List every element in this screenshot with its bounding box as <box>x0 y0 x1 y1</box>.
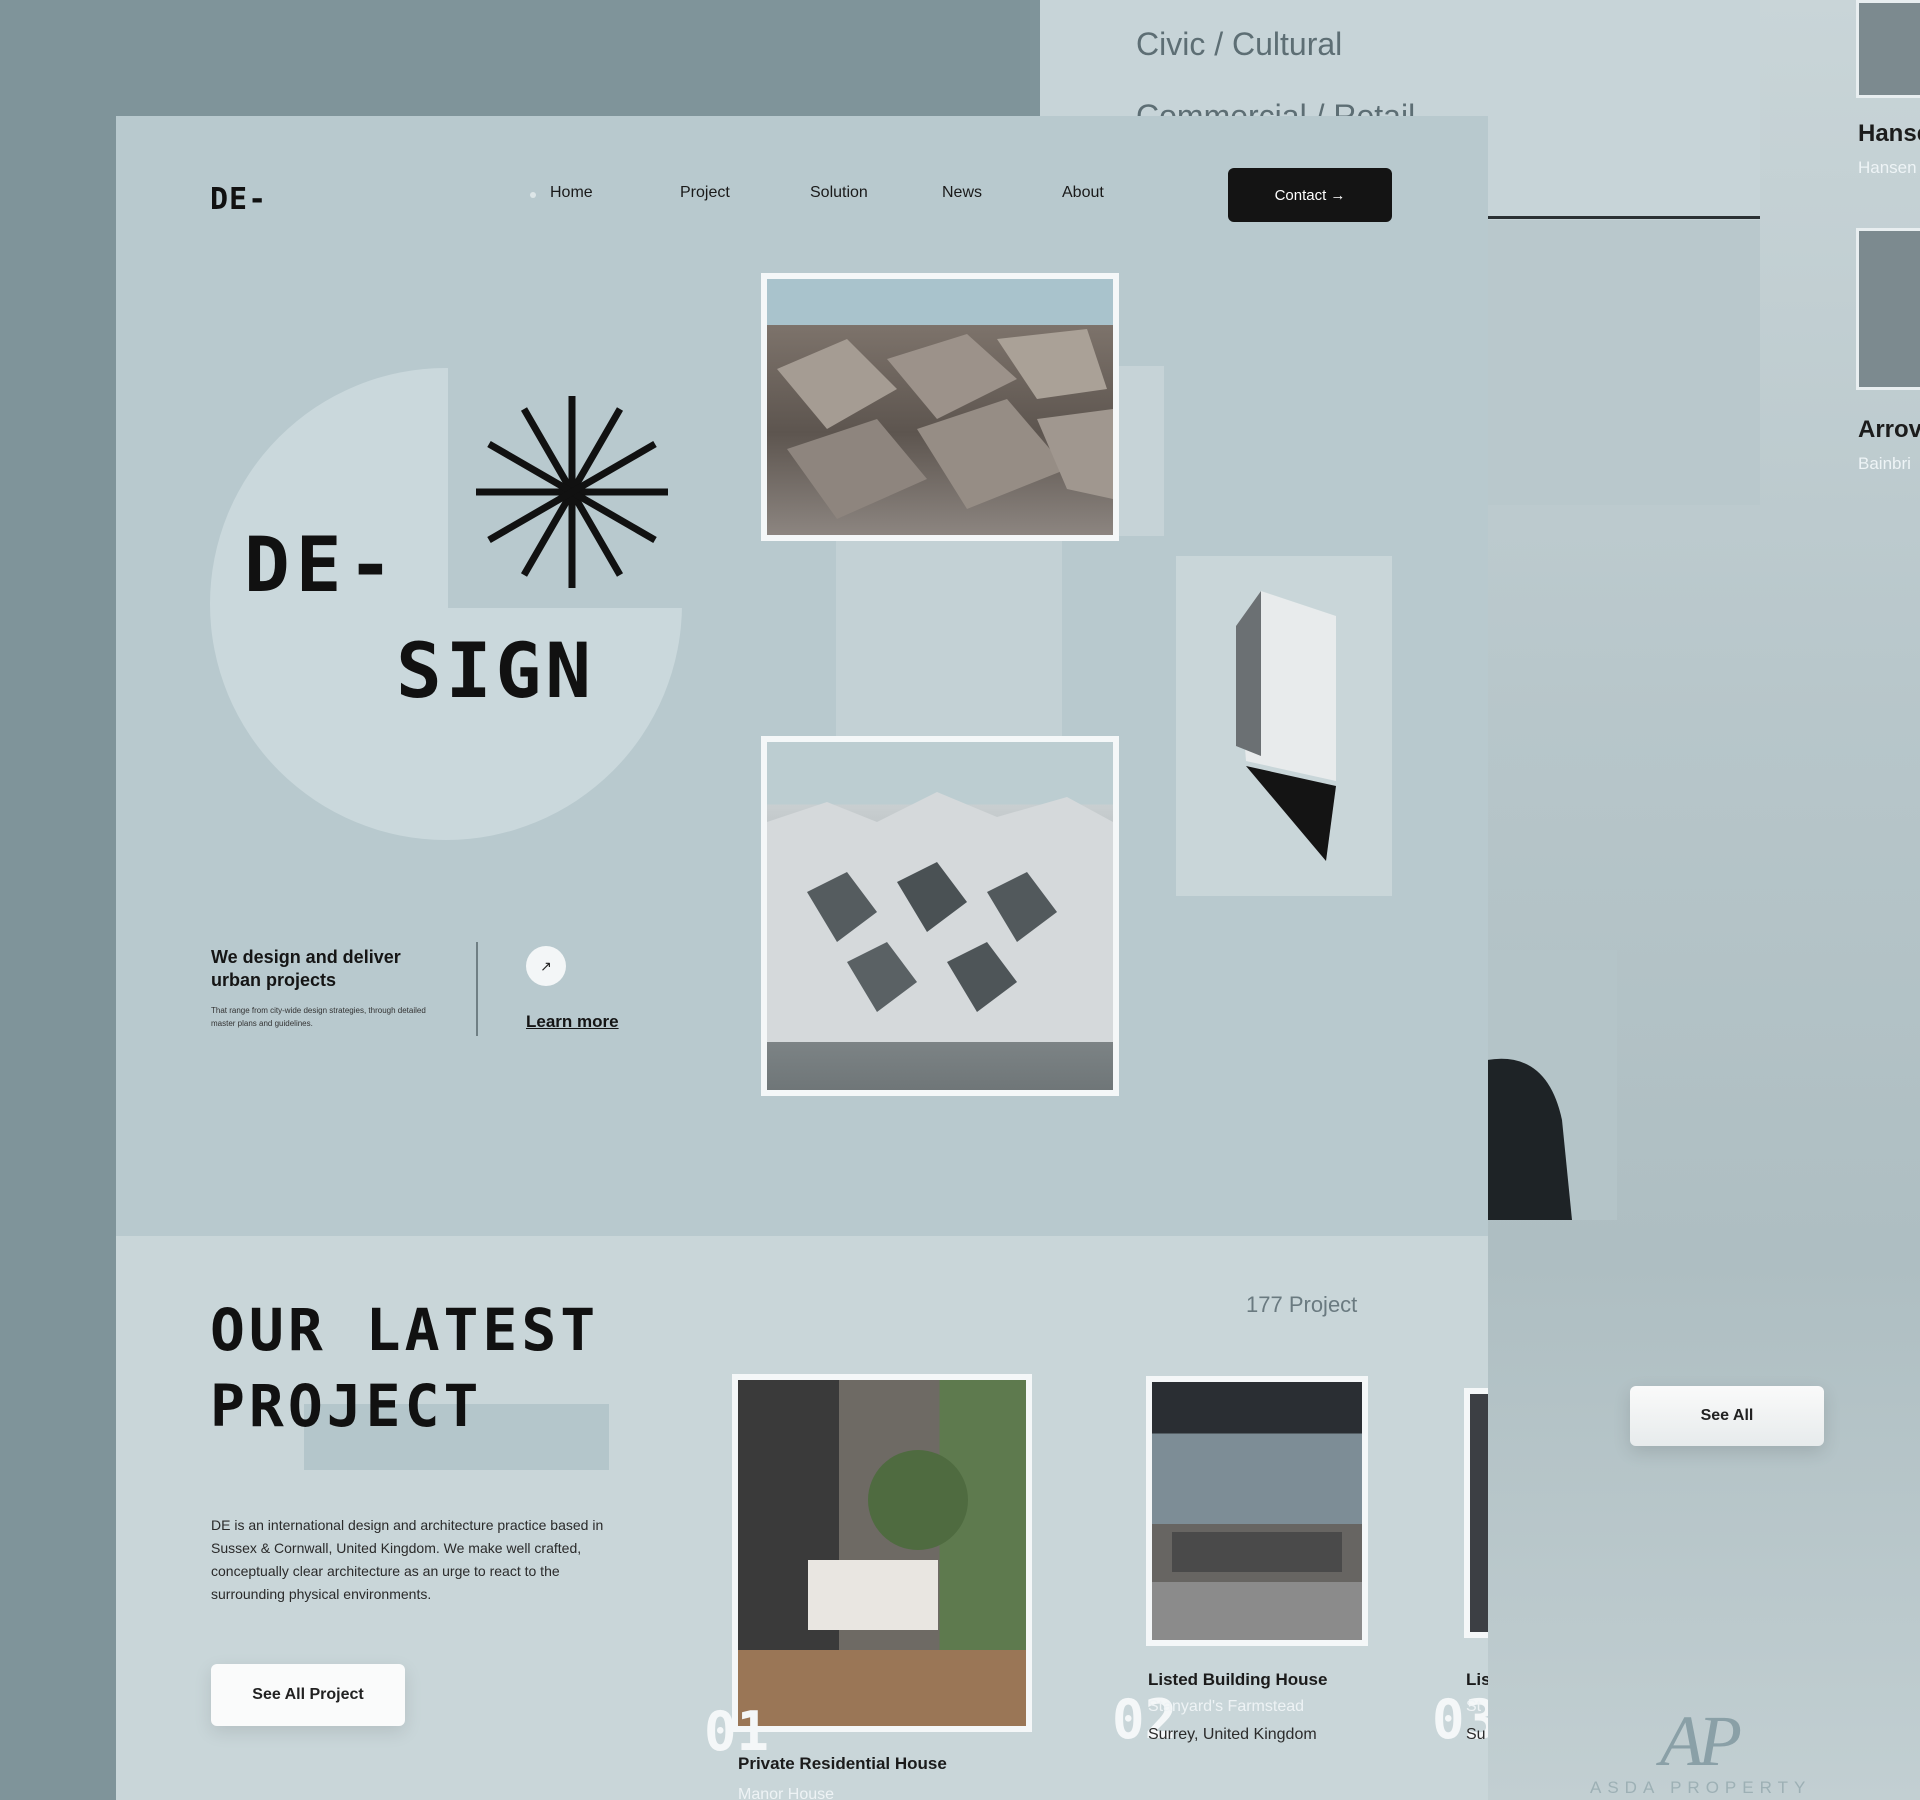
bg-project-sub: Hansen <box>1858 158 1917 177</box>
project-thumbnail[interactable] <box>1856 0 1920 98</box>
bg-project-name: Arrov <box>1858 416 1920 443</box>
hero-small-text: That range from city-wide design strateg… <box>211 1006 426 1028</box>
hero-photo-facade <box>761 736 1119 1096</box>
arrow-up-right-icon[interactable]: ↗ <box>526 946 566 986</box>
project-title[interactable]: Private Residential House <box>738 1754 947 1774</box>
architecture-photo-icon <box>767 792 1113 1042</box>
nav-solution[interactable]: Solution <box>810 184 868 202</box>
bg-project-sub: Bainbri <box>1858 454 1911 473</box>
project-subtitle: Manor House <box>738 1786 835 1800</box>
category-civic[interactable]: Civic / Cultural <box>1136 26 1342 63</box>
patio-photo-icon <box>1152 1532 1362 1640</box>
background-block <box>1487 220 1760 505</box>
project-thumbnail[interactable] <box>1856 228 1920 390</box>
project-card-image[interactable] <box>1146 1376 1368 1646</box>
feature-card <box>1176 556 1392 896</box>
project-location: Su <box>1466 1726 1486 1743</box>
project-card-image[interactable] <box>732 1374 1032 1732</box>
nav-project[interactable]: Project <box>680 184 730 202</box>
hero-title-line1: DE- <box>244 520 400 609</box>
latest-title-line2: PROJECT <box>210 1372 483 1440</box>
project-count: 177 Project <box>1246 1292 1358 1317</box>
nav-news[interactable]: News <box>942 184 982 202</box>
person-silhouette-icon <box>1487 1058 1572 1220</box>
nav-about[interactable]: About <box>1062 184 1104 202</box>
see-all-project-button[interactable]: See All Project <box>211 1664 405 1726</box>
logo[interactable]: DE- <box>210 182 267 217</box>
hero-tagline: We design and deliver urban projects <box>211 947 401 990</box>
asda-property-logo: AP <box>1660 1701 1742 1781</box>
interior-photo-icon <box>738 1450 1026 1726</box>
latest-title-line1: OUR LATEST <box>210 1296 600 1364</box>
see-all-button[interactable]: See All <box>1630 1386 1824 1446</box>
architecture-photo-icon <box>777 329 1113 519</box>
main-page: DE- Home Project Solution News About Con… <box>116 116 1488 1800</box>
project-title[interactable]: Listed Building House <box>1148 1670 1327 1690</box>
project-subtitle: St <box>1466 1698 1482 1715</box>
hero-photo-pyramids <box>761 273 1119 541</box>
nav-home[interactable]: Home <box>550 184 593 202</box>
contact-button[interactable]: Contact → <box>1228 168 1392 222</box>
asterisk-icon <box>476 396 668 588</box>
latest-description: DE is an international design and archit… <box>211 1517 604 1602</box>
project-title[interactable]: Lis <box>1466 1670 1488 1690</box>
active-nav-dot <box>530 192 536 198</box>
project-location: Surrey, United Kingdom <box>1148 1726 1317 1743</box>
vertical-divider <box>476 942 478 1036</box>
building-shape-icon <box>1236 591 1336 861</box>
portrait-photo <box>1487 950 1617 1220</box>
hero-title-line2: SIGN <box>396 626 596 715</box>
project-subtitle: Stanyard's Farmstead <box>1148 1698 1305 1715</box>
project-card-image[interactable] <box>1464 1388 1488 1638</box>
bg-project-name: Hanse <box>1858 120 1920 147</box>
asda-property-name: ASDA PROPERTY <box>1590 1778 1812 1797</box>
learn-more-link[interactable]: Learn more <box>526 1012 619 1032</box>
